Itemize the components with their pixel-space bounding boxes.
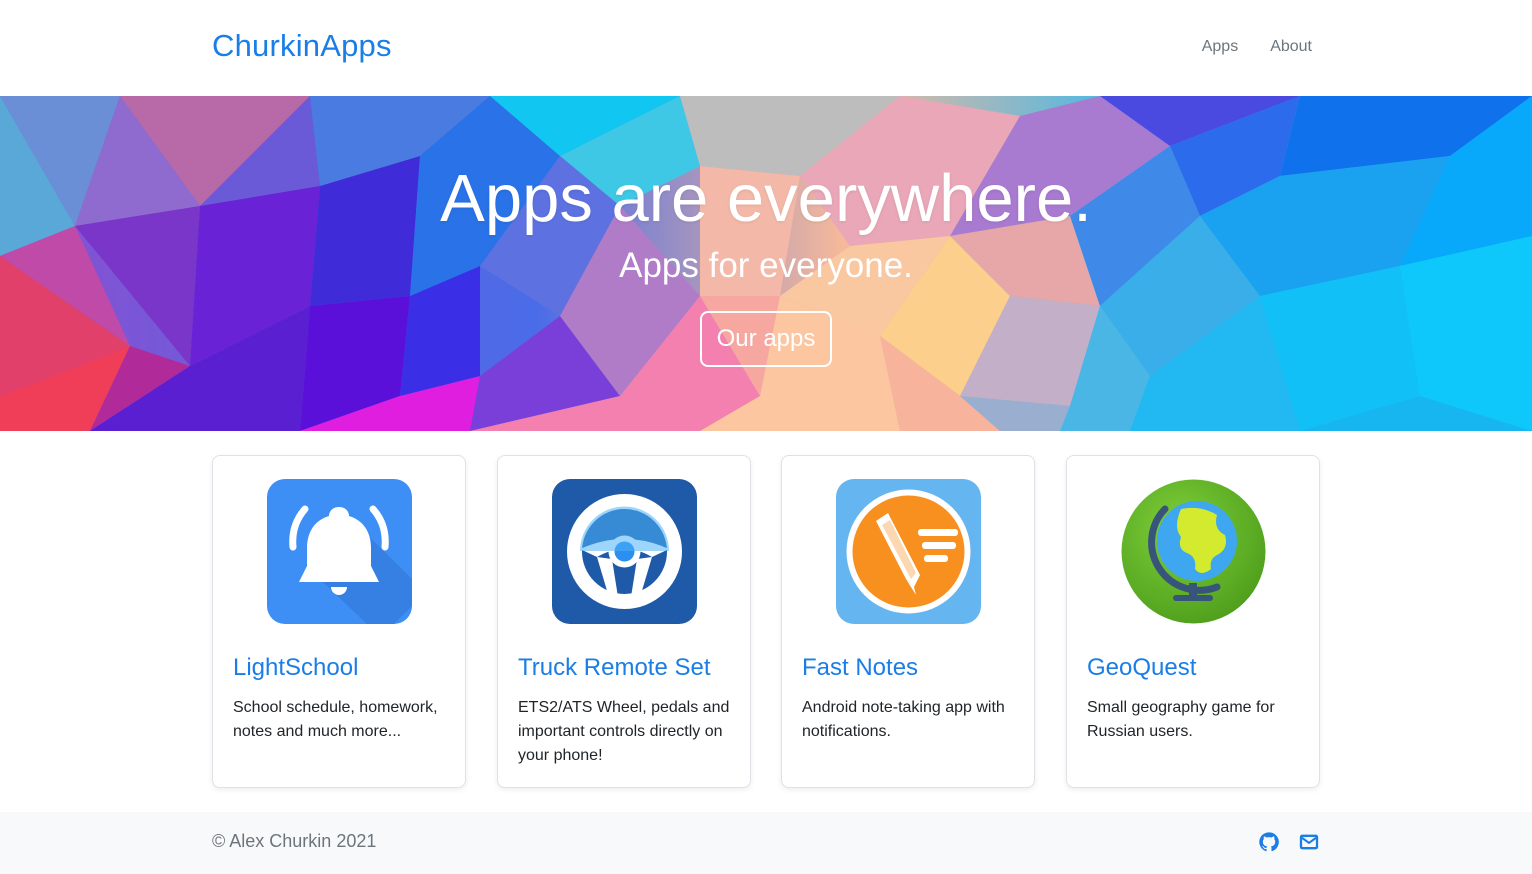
app-description-lightschool: School schedule, homework, notes and muc… (233, 699, 438, 740)
hero-content: Apps are everywhere. Apps for everyone. … (0, 96, 1532, 431)
app-title-truck-remote-set[interactable]: Truck Remote Set (518, 654, 711, 682)
nav-link-apps[interactable]: Apps (1202, 38, 1238, 56)
nav-links: Apps About (1202, 38, 1312, 56)
footer: © Alex Churkin 2021 (0, 812, 1532, 874)
copyright-text: © Alex Churkin 2021 (212, 831, 377, 851)
our-apps-button[interactable]: Our apps (700, 311, 832, 367)
app-card-geoquest: GeoQuest Small geography game for Russia… (1066, 455, 1320, 788)
app-description-geoquest: Small geography game for Russian users. (1087, 699, 1275, 740)
bell-icon[interactable] (267, 479, 412, 624)
app-cards: LightSchool School schedule, homework, n… (212, 455, 1320, 788)
app-card-fast-notes: Fast Notes Android note-taking app with … (781, 455, 1035, 788)
brand-logo-link[interactable]: ChurkinApps (212, 28, 392, 64)
app-description-fast-notes: Android note-taking app with notificatio… (802, 699, 1005, 740)
footer-social-links (1258, 831, 1320, 853)
nav-link-about[interactable]: About (1270, 38, 1312, 56)
app-description-truck-remote-set: ETS2/ATS Wheel, pedals and important con… (518, 699, 730, 764)
github-icon[interactable] (1258, 831, 1280, 853)
navbar: ChurkinApps Apps About (0, 0, 1532, 96)
hero-title: Apps are everywhere. (440, 161, 1092, 236)
app-card-truck-remote-set: Truck Remote Set ETS2/ATS Wheel, pedals … (497, 455, 751, 788)
globe-icon[interactable] (1121, 479, 1266, 624)
app-card-lightschool: LightSchool School schedule, homework, n… (212, 455, 466, 788)
note-pencil-icon[interactable] (836, 479, 981, 624)
hero-subtitle: Apps for everyone. (619, 246, 913, 285)
app-title-lightschool[interactable]: LightSchool (233, 654, 358, 682)
app-title-geoquest[interactable]: GeoQuest (1087, 654, 1196, 682)
hero-banner: Apps are everywhere. Apps for everyone. … (0, 96, 1532, 431)
envelope-icon[interactable] (1298, 831, 1320, 853)
steering-wheel-icon[interactable] (552, 479, 697, 624)
app-title-fast-notes[interactable]: Fast Notes (802, 654, 918, 682)
